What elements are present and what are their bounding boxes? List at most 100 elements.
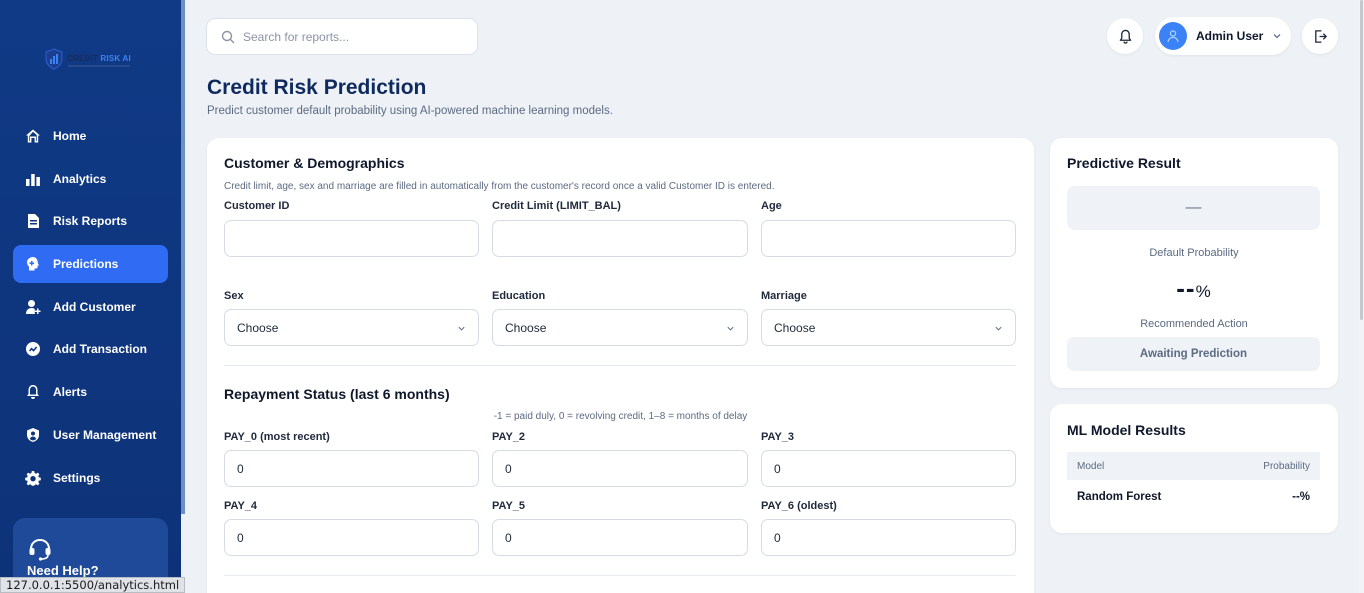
sidebar-item-home[interactable]: Home xyxy=(13,117,168,155)
sidebar-item-user-management[interactable]: User Management xyxy=(13,416,168,454)
ml-model-results-card: ML Model Results Model Probability Rando… xyxy=(1050,404,1338,533)
home-icon xyxy=(25,128,41,144)
pay-2-input[interactable]: 0 xyxy=(492,450,748,487)
pay-6-label: PAY_6 (oldest) xyxy=(761,500,837,512)
headset-icon xyxy=(29,538,51,561)
ml-model-probability: --% xyxy=(1292,491,1310,503)
ml-model-name: Random Forest xyxy=(1077,491,1162,503)
pay-6-input[interactable]: 0 xyxy=(761,519,1016,556)
brand-logo[interactable]: CREDIT RISK AI xyxy=(44,46,136,72)
ml-title: ML Model Results xyxy=(1067,422,1186,438)
sidebar-nav: Home Analytics Risk Reports Predictions … xyxy=(13,117,168,501)
prediction-form-card: Customer & Demographics Credit limit, ag… xyxy=(207,138,1034,593)
sex-select-value: Choose xyxy=(237,320,279,335)
page-subtitle: Predict customer default probability usi… xyxy=(207,105,613,117)
education-select[interactable]: Choose xyxy=(492,309,748,346)
probability-unit: % xyxy=(1195,282,1212,301)
brand-text: CREDIT RISK AI xyxy=(67,54,131,63)
brain-icon xyxy=(25,256,41,272)
chevron-down-icon xyxy=(458,326,465,331)
sidebar-item-label: Settings xyxy=(53,470,101,485)
sidebar-item-settings[interactable]: Settings xyxy=(13,459,168,497)
bell-icon xyxy=(25,384,41,400)
chevron-down-icon xyxy=(1273,34,1281,39)
logout-button[interactable] xyxy=(1302,18,1338,54)
credit-limit-input[interactable] xyxy=(492,220,748,257)
notifications-button[interactable] xyxy=(1107,18,1143,54)
result-indicator: — xyxy=(1067,186,1320,230)
sidebar-scrollbar[interactable] xyxy=(181,0,185,514)
recommended-action-label: Recommended Action xyxy=(1140,318,1248,330)
result-title: Predictive Result xyxy=(1067,155,1181,171)
search-icon xyxy=(221,30,235,43)
ml-col-probability: Probability xyxy=(1263,460,1310,472)
search-input[interactable] xyxy=(243,29,453,44)
shield-logo-icon xyxy=(45,48,63,70)
gear-icon xyxy=(25,470,41,486)
ml-table-header: Model Probability xyxy=(1067,452,1320,480)
sidebar-item-label: Predictions xyxy=(53,257,119,272)
section-divider xyxy=(224,365,1016,366)
sidebar: CREDIT RISK AI Home Analytics Risk Repor… xyxy=(0,0,181,593)
demographics-title: Customer & Demographics xyxy=(224,155,405,171)
sidebar-item-analytics[interactable]: Analytics xyxy=(13,160,168,198)
sidebar-item-risk-reports[interactable]: Risk Reports xyxy=(13,202,168,240)
age-label: Age xyxy=(761,200,782,212)
probability-number: -- xyxy=(1176,273,1196,303)
pay-2-label: PAY_2 xyxy=(492,431,526,443)
customer-id-label: Customer ID xyxy=(224,200,290,212)
customer-id-input[interactable] xyxy=(224,220,479,257)
demographics-note: Credit limit, age, sex and marriage are … xyxy=(224,181,775,192)
default-probability-value: --% xyxy=(1050,273,1338,304)
default-probability-label: Default Probability xyxy=(1149,247,1239,259)
repayment-note: -1 = paid duly, 0 = revolving credit, 1–… xyxy=(493,411,748,422)
brand-tagline-line xyxy=(68,65,130,67)
shield-user-icon xyxy=(25,427,41,443)
age-input[interactable] xyxy=(761,220,1016,257)
pay-4-input[interactable]: 0 xyxy=(224,519,479,556)
search-box[interactable] xyxy=(206,18,478,55)
sidebar-item-label: Analytics xyxy=(53,171,107,186)
report-icon xyxy=(25,213,41,229)
bar-chart-icon xyxy=(25,171,41,187)
help-title: Need Help? xyxy=(27,563,99,578)
sidebar-item-add-customer[interactable]: Add Customer xyxy=(13,288,168,326)
pay-4-label: PAY_4 xyxy=(224,500,258,512)
section-divider xyxy=(224,575,1016,576)
bell-icon xyxy=(1119,29,1131,44)
sex-select[interactable]: Choose xyxy=(224,309,479,346)
pay-3-label: PAY_3 xyxy=(761,431,795,443)
predictive-result-card: Predictive Result — Default Probability … xyxy=(1050,138,1338,388)
sidebar-item-label: Alerts xyxy=(53,385,88,400)
pay-3-input[interactable]: 0 xyxy=(761,450,1016,487)
marriage-select[interactable]: Choose xyxy=(761,309,1016,346)
page-title: Credit Risk Prediction xyxy=(207,76,427,99)
user-menu[interactable]: Admin User xyxy=(1155,17,1291,55)
sidebar-item-label: Home xyxy=(53,129,87,143)
sidebar-item-alerts[interactable]: Alerts xyxy=(13,373,168,411)
pay-5-input[interactable]: 0 xyxy=(492,519,748,556)
sidebar-item-label: Add Customer xyxy=(53,299,136,314)
avatar xyxy=(1159,22,1187,50)
sidebar-item-add-transaction[interactable]: Add Transaction xyxy=(13,330,168,368)
status-bar-url: 127.0.0.1:5500/analytics.html xyxy=(0,577,186,593)
chevron-down-icon xyxy=(995,326,1002,331)
recommended-action-status: Awaiting Prediction xyxy=(1067,337,1320,371)
user-name: Admin User xyxy=(1196,29,1264,43)
sidebar-item-label: Add Transaction xyxy=(53,342,148,357)
education-select-value: Choose xyxy=(505,320,547,335)
chevron-down-icon xyxy=(727,326,734,331)
sidebar-item-predictions[interactable]: Predictions xyxy=(13,245,168,284)
pay-0-input[interactable]: 0 xyxy=(224,450,479,487)
sex-label: Sex xyxy=(224,290,244,302)
user-icon xyxy=(1167,30,1179,43)
education-label: Education xyxy=(492,290,546,302)
page-scrollbar-thumb[interactable] xyxy=(1360,0,1363,320)
sidebar-item-label: User Management xyxy=(53,427,157,442)
pay-0-label: PAY_0 (most recent) xyxy=(224,431,330,443)
add-user-icon xyxy=(25,299,41,315)
ml-col-model: Model xyxy=(1077,460,1105,472)
marriage-label: Marriage xyxy=(761,290,807,302)
logout-icon xyxy=(1314,29,1327,43)
pay-5-label: PAY_5 xyxy=(492,500,526,512)
